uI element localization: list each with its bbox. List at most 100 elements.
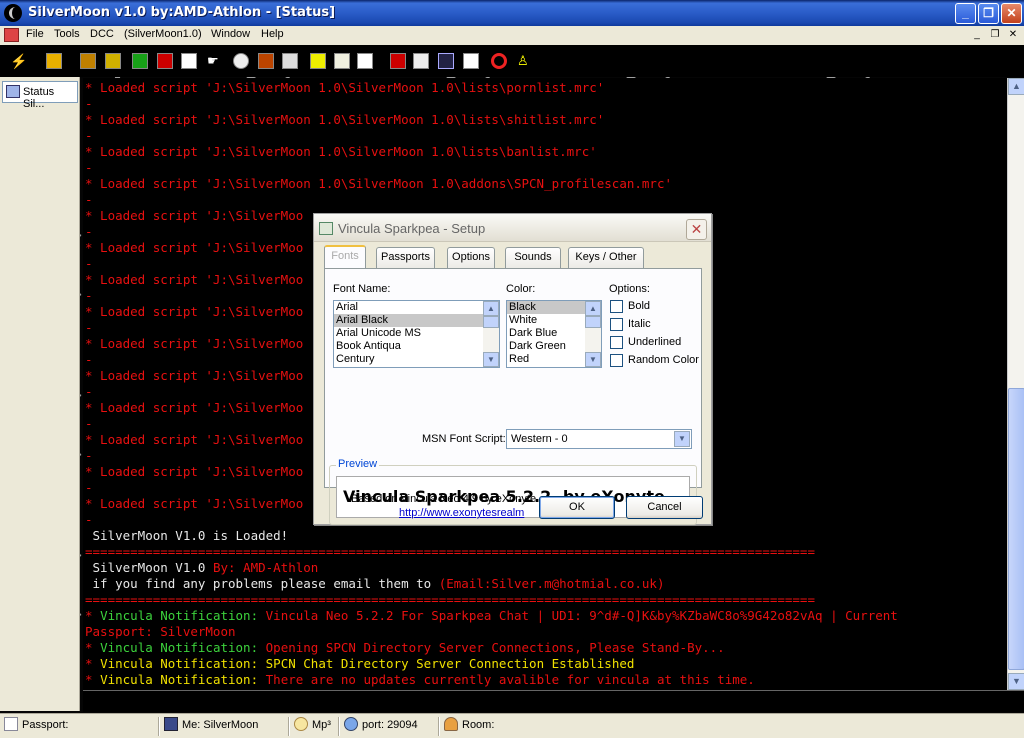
status-separator (438, 717, 440, 736)
scroll-up-arrow[interactable]: ▲ (585, 301, 601, 316)
switchbar-status-tab[interactable]: Status Sil... (2, 81, 78, 110)
font-list-item[interactable]: Arial (334, 301, 499, 314)
silvermoon-app-icon[interactable] (4, 4, 22, 22)
log-dash: - (85, 480, 93, 495)
loaded-script-text: * Loaded script 'J:\SilverMoo (85, 496, 304, 511)
menu-tools[interactable]: Tools (54, 28, 80, 40)
scroll-up-arrow[interactable]: ▲ (1008, 78, 1024, 95)
colors-icon[interactable] (157, 53, 173, 69)
switchbar-status-label: Status Sil... (23, 86, 55, 110)
setup-dialog: Vincula Sparkpea - Setup ✕ Fonts Passpor… (313, 213, 712, 525)
room-label: Room: (462, 719, 495, 731)
menu-dcc[interactable]: DCC (90, 28, 114, 40)
arrange-icon[interactable] (390, 53, 406, 69)
log-line-loaded-script: * Loaded script 'J:\SilverMoon 1.0\Silve… (85, 176, 985, 192)
bold-checkbox[interactable] (610, 300, 623, 313)
scroll-up-arrow[interactable]: ▲ (483, 301, 499, 316)
scroll-thumb[interactable] (585, 316, 601, 328)
color-list-scrollbar[interactable]: ▲ ▼ (585, 301, 601, 367)
me-status: Me: SilverMoon (164, 717, 258, 736)
status-bar: Passport: Me: SilverMoon Mp³ port: 29094… (0, 713, 1024, 738)
color-list[interactable]: Black White Dark Blue Dark Green Red ▲ ▼ (506, 300, 602, 368)
log-dash: - (85, 96, 93, 111)
status-scrollbar[interactable]: ▲ ▼ (1007, 78, 1024, 690)
notify-icon[interactable] (181, 53, 197, 69)
dcc-send-icon[interactable] (233, 53, 249, 69)
tab-options[interactable]: Options (447, 247, 495, 268)
options-icon[interactable] (46, 53, 62, 69)
mdi-minimize-button[interactable]: _ (970, 29, 984, 42)
log-line-notification: * Vincula Notification: Vincula Neo 5.2.… (85, 608, 985, 624)
msn-font-script-select[interactable]: Western - 0 ▼ (506, 429, 692, 449)
music-icon (294, 717, 308, 731)
status-window-icon[interactable] (4, 28, 19, 42)
menu-silvermoon[interactable]: (SilverMoon1.0) (124, 28, 202, 40)
scroll-down-arrow[interactable]: ▼ (483, 352, 499, 367)
mirc-application: SilverMoon v1.0 by:AMD-Athlon - [Status]… (0, 0, 1024, 738)
font-list-item[interactable]: Arial Unicode MS (334, 327, 499, 340)
font-list-item[interactable]: Century (334, 353, 499, 366)
dialog-close-button[interactable]: ✕ (686, 219, 707, 240)
connect-icon[interactable]: ⚡ (10, 53, 27, 69)
font-list-scrollbar[interactable]: ▲ ▼ (483, 301, 499, 367)
mdi-close-button[interactable]: ✕ (1006, 29, 1020, 42)
loaded-message: SilverMoon V1.0 is Loaded! (85, 528, 289, 543)
about-icon[interactable]: ♙ (517, 53, 533, 69)
loaded-script-text: * Loaded script 'J:\SilverMoon 1.0\Silve… (85, 176, 672, 191)
scroll-down-arrow[interactable]: ▼ (585, 352, 601, 367)
log-dash: - (85, 320, 93, 335)
tile-icon[interactable] (334, 53, 350, 69)
scroll-down-arrow[interactable]: ▼ (1008, 673, 1024, 690)
address-book-icon[interactable] (80, 53, 96, 69)
tab-sounds[interactable]: Sounds (505, 247, 561, 268)
channels-icon[interactable] (105, 53, 121, 69)
menu-file[interactable]: File (26, 28, 44, 40)
close-button[interactable]: ✕ (1001, 3, 1022, 24)
scroll-thumb[interactable] (483, 316, 499, 328)
title-bar: SilverMoon v1.0 by:AMD-Athlon - [Status]… (0, 0, 1024, 26)
tab-fonts[interactable]: Fonts (324, 245, 366, 269)
log-dash: - (85, 192, 93, 207)
random-color-checkbox[interactable] (610, 354, 623, 367)
mdi-restore-button[interactable]: ❐ (988, 29, 1002, 42)
cancel-button[interactable]: Cancel (626, 496, 703, 519)
font-name-list[interactable]: Arial Arial Black Arial Unicode MS Book Ant… (333, 300, 500, 368)
scripts-editor-icon[interactable] (132, 53, 148, 69)
scroll-thumb[interactable] (1008, 388, 1024, 670)
log-line-loaded-script: * Loaded script 'J:\SilverMoon 1.0\Silve… (85, 144, 985, 160)
window-list-icon[interactable] (463, 53, 479, 69)
command-input[interactable] (83, 690, 1024, 712)
dcc-chat-icon[interactable] (258, 53, 274, 69)
tab-passports[interactable]: Passports (376, 247, 435, 268)
list-icon[interactable] (413, 53, 429, 69)
cascade-icon[interactable] (357, 53, 373, 69)
log-dash: - (85, 384, 93, 399)
chevron-down-icon[interactable]: ▼ (674, 431, 690, 447)
menu-window[interactable]: Window (211, 28, 250, 40)
underlined-checkbox[interactable] (610, 336, 623, 349)
font-items: Arial Arial Black Arial Unicode MS Book Ant… (334, 301, 499, 366)
loaded-script-text: * Loaded script 'J:\SilverMoo (85, 464, 304, 479)
log-icon[interactable] (282, 53, 298, 69)
website-link[interactable]: http://www.exonytesrealm (399, 507, 524, 519)
loaded-script-text: * Loaded script 'J:\SilverMoo (85, 272, 304, 287)
globe-icon (344, 717, 358, 731)
bold-label: Bold (628, 300, 651, 312)
lifebuoy-icon[interactable] (491, 53, 507, 69)
timer-icon[interactable]: ☛ (207, 53, 223, 69)
color-label: Color: (506, 283, 536, 295)
italic-checkbox[interactable] (610, 318, 623, 331)
ok-button[interactable]: OK (539, 496, 615, 519)
menu-help[interactable]: Help (261, 28, 284, 40)
help-icon[interactable] (438, 53, 454, 69)
channel-list-icon[interactable] (310, 53, 326, 69)
notif-star: * (85, 608, 101, 623)
font-list-item[interactable]: Arial Black (334, 314, 499, 327)
tab-keys-other[interactable]: Keys / Other (568, 247, 644, 268)
maximize-button[interactable]: ❐ (978, 3, 999, 24)
notif-label: Vincula Notification: (100, 656, 266, 671)
font-list-item[interactable]: Book Antiqua (334, 340, 499, 353)
me-label: Me: SilverMoon (182, 719, 259, 731)
msn-font-script-label: MSN Font Script: (422, 433, 506, 445)
minimize-button[interactable]: _ (955, 3, 976, 24)
